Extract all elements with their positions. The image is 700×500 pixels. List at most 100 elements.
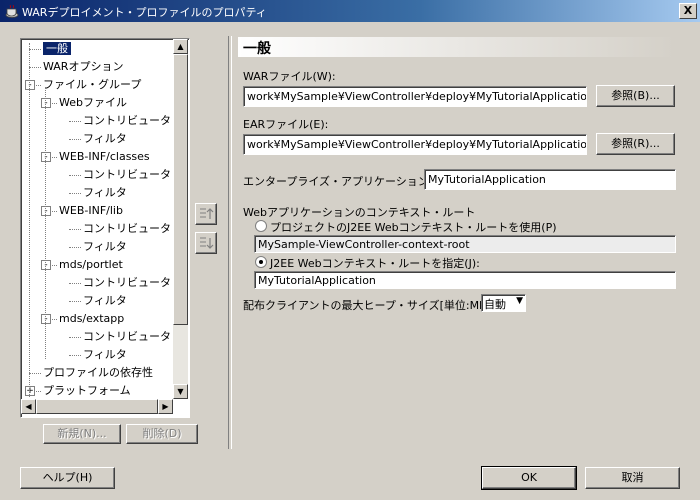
- tree-connector: [69, 193, 81, 194]
- window-title: WARデプロイメント・プロファイルのプロパティ: [22, 6, 267, 19]
- scroll-down-arrow-icon[interactable]: ▼: [173, 384, 188, 399]
- move-down-button[interactable]: [195, 232, 217, 254]
- panel-heading-bar: 一般: [238, 37, 676, 57]
- tree-item[interactable]: Webファイル: [59, 95, 127, 111]
- war-file-input[interactable]: work¥MySample¥ViewController¥deploy¥MyTu…: [243, 86, 587, 107]
- use-project-context-radio[interactable]: [255, 220, 267, 232]
- collapse-icon[interactable]: -: [41, 206, 51, 216]
- tree-item-label: WEB-INF/lib: [59, 204, 123, 217]
- tree-connector: [69, 301, 81, 302]
- cancel-button[interactable]: 取消: [585, 467, 680, 489]
- tree-item-label: フィルタ: [83, 240, 127, 253]
- panel-heading: 一般: [243, 41, 271, 57]
- horizontal-scrollbar[interactable]: ◀ ▶: [21, 399, 173, 414]
- tree-item-label: フィルタ: [83, 294, 127, 307]
- tree-guide-line: [29, 43, 30, 397]
- tree-view: 一般 WARオプション - ファイル・グループ - Webファイル コントリビュータ フィルタ…: [21, 39, 173, 399]
- ear-file-label: EARファイル(E):: [243, 118, 329, 131]
- heap-size-select[interactable]: 自動 ▼: [481, 294, 526, 312]
- heap-size-value: 自動: [484, 298, 506, 311]
- tree-item-label: Webファイル: [59, 96, 127, 109]
- browse-war-label: 参照(B)...: [611, 89, 660, 102]
- tree-connector: [69, 283, 81, 284]
- tree-item[interactable]: WEB-INF/lib: [59, 203, 123, 219]
- browse-ear-button[interactable]: 参照(R)...: [596, 133, 675, 155]
- hscroll-thumb[interactable]: [36, 399, 158, 414]
- collapse-icon[interactable]: -: [25, 80, 35, 90]
- scroll-right-arrow-icon[interactable]: ▶: [158, 399, 173, 414]
- move-up-button[interactable]: [195, 203, 217, 225]
- collapse-icon[interactable]: -: [41, 152, 51, 162]
- use-project-context-label[interactable]: プロジェクトのJ2EE Webコンテキスト・ルートを使用(P): [270, 219, 557, 235]
- tree-item[interactable]: コントリビュータ: [83, 221, 171, 237]
- browse-war-button[interactable]: 参照(B)...: [596, 85, 675, 107]
- tree-item[interactable]: フィルタ: [83, 131, 127, 147]
- expand-icon[interactable]: +: [25, 386, 35, 396]
- tree-item[interactable]: WEB-INF/classes: [59, 149, 150, 165]
- cancel-button-label: 取消: [621, 471, 644, 484]
- scroll-thumb[interactable]: [173, 54, 188, 325]
- scroll-up-arrow-icon[interactable]: ▲: [173, 39, 188, 54]
- ok-button[interactable]: OK: [481, 466, 577, 490]
- tree-item-label: コントリビュータ: [83, 222, 171, 235]
- tree-item-label: コントリビュータ: [83, 276, 171, 289]
- tree-panel[interactable]: 一般 WARオプション - ファイル・グループ - Webファイル コントリビュータ フィルタ…: [20, 38, 190, 418]
- tree-connector: [69, 247, 81, 248]
- tree-connector: [69, 229, 81, 230]
- tree-item[interactable]: WARオプション: [43, 59, 123, 75]
- tree-connector: [29, 67, 41, 68]
- collapse-icon[interactable]: -: [41, 98, 51, 108]
- tree-item[interactable]: ファイル・グループ: [43, 77, 141, 93]
- close-button[interactable]: X: [679, 3, 697, 19]
- tree-connector: [69, 121, 81, 122]
- tree-item-label: ファイル・グループ: [43, 78, 142, 91]
- tree-item[interactable]: コントリビュータ: [83, 275, 171, 291]
- tree-item[interactable]: フィルタ: [83, 347, 127, 363]
- new-button[interactable]: 新規(N)...: [43, 424, 121, 444]
- tree-item-label: 一般: [42, 41, 72, 56]
- tree-item[interactable]: フィルタ: [83, 239, 127, 255]
- tree-item[interactable]: コントリビュータ: [83, 329, 171, 345]
- tree-connector: [69, 139, 81, 140]
- title-bar: WARデプロイメント・プロファイルのプロパティ X: [0, 0, 700, 22]
- tree-item[interactable]: プロファイルの依存性: [43, 365, 153, 381]
- delete-button-label: 削除(D): [142, 427, 182, 440]
- enterprise-app-input[interactable]: MyTutorialApplication: [424, 169, 676, 190]
- tree-item[interactable]: フィルタ: [83, 185, 127, 201]
- project-context-root-field: MySample-ViewController-context-root: [254, 235, 676, 253]
- dropdown-arrow-icon[interactable]: ▼: [516, 296, 523, 306]
- heap-size-label: 配布クライアントの最大ヒープ・サイズ[単位:MB](X):: [243, 299, 511, 312]
- new-button-label: 新規(N)...: [57, 427, 107, 440]
- specify-context-radio[interactable]: [255, 256, 267, 268]
- specify-context-label[interactable]: J2EE Webコンテキスト・ルートを指定(J):: [270, 255, 480, 271]
- tree-item[interactable]: フィルタ: [83, 293, 127, 309]
- scroll-left-arrow-icon[interactable]: ◀: [21, 399, 36, 414]
- tree-item[interactable]: コントリビュータ: [83, 167, 171, 183]
- tree-item-label: コントリビュータ: [83, 114, 171, 127]
- browse-ear-label: 参照(R)...: [611, 137, 660, 150]
- tree-item[interactable]: コントリビュータ: [83, 113, 171, 129]
- splitter[interactable]: [228, 36, 232, 449]
- tree-item-label: コントリビュータ: [83, 168, 171, 181]
- delete-button[interactable]: 削除(D): [126, 424, 198, 444]
- collapse-icon[interactable]: -: [41, 314, 51, 324]
- context-root-group-label: Webアプリケーションのコンテキスト・ルート: [243, 206, 476, 219]
- tree-item-label: mds/extapp: [59, 312, 125, 325]
- tree-item-label: WEB-INF/classes: [59, 150, 150, 163]
- tree-item-label: mds/portlet: [59, 258, 123, 271]
- tree-item-label: WARオプション: [43, 60, 124, 73]
- tree-item[interactable]: mds/portlet: [59, 257, 123, 273]
- tree-item-label: フィルタ: [83, 132, 127, 145]
- tree-item-label: プラットフォーム: [43, 384, 131, 397]
- ok-button-label: OK: [521, 471, 537, 484]
- ear-file-input[interactable]: work¥MySample¥ViewController¥deploy¥MyTu…: [243, 134, 587, 155]
- help-button[interactable]: ヘルプ(H): [20, 467, 115, 489]
- move-down-icon: [200, 237, 214, 249]
- context-root-input[interactable]: MyTutorialApplication: [254, 271, 676, 289]
- tree-item[interactable]: プラットフォーム: [43, 383, 131, 399]
- tree-item[interactable]: mds/extapp: [59, 311, 124, 327]
- collapse-icon[interactable]: -: [41, 260, 51, 270]
- tree-item[interactable]: 一般: [42, 41, 72, 57]
- move-up-icon: [200, 208, 214, 219]
- vertical-scrollbar[interactable]: ▲ ▼: [173, 39, 188, 399]
